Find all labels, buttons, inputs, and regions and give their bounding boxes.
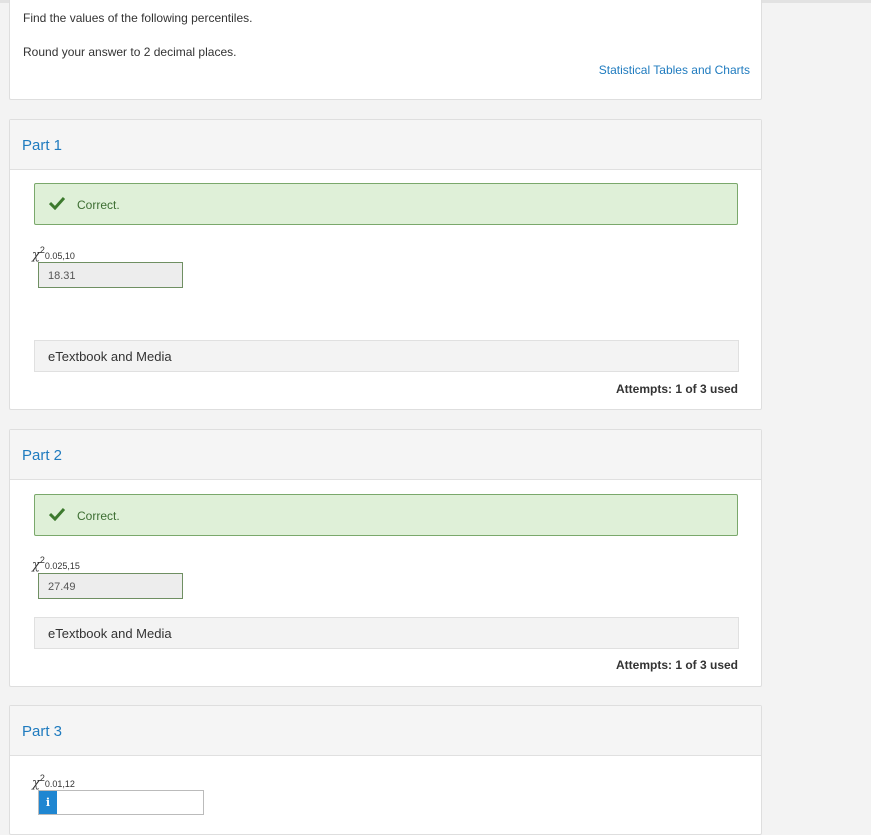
chi-square-label: χ20.01,12 (32, 773, 75, 791)
answer-field[interactable]: 27.49 (38, 573, 183, 599)
statistical-tables-link[interactable]: Statistical Tables and Charts (599, 63, 750, 77)
attempts-counter: Attempts: 1 of 3 used (615, 382, 738, 396)
chi-subscript: 0.05,10 (44, 251, 75, 261)
part-3-title: Part 3 (22, 723, 63, 740)
checkmark-icon (49, 196, 65, 210)
question-text: Find the values of the following percent… (23, 11, 253, 25)
chi-symbol: χ (32, 558, 40, 573)
rounding-instruction: Round your answer to 2 decimal places. (23, 45, 237, 59)
part-2-panel: Part 2 Correct. χ20.025,15 27.49 eTextbo… (9, 429, 762, 687)
answer-input[interactable]: i (38, 790, 204, 815)
chi-symbol: χ (32, 776, 40, 791)
part-3-header[interactable]: Part 3 (10, 706, 761, 756)
attempts-counter: Attempts: 1 of 3 used (615, 658, 738, 672)
etextbook-media-button[interactable]: eTextbook and Media (34, 617, 739, 649)
part-2-title: Part 2 (22, 447, 63, 464)
answer-field[interactable]: 18.31 (38, 262, 183, 288)
chi-subscript: 0.025,15 (44, 561, 80, 571)
correct-feedback: Correct. (34, 183, 738, 225)
question-panel: Find the values of the following percent… (9, 0, 762, 100)
chi-square-label: χ20.05,10 (32, 245, 75, 263)
part-3-panel: Part 3 χ20.01,12 i (9, 705, 762, 835)
feedback-text: Correct. (77, 198, 120, 212)
chi-square-label: χ20.025,15 (32, 555, 80, 573)
checkmark-icon (49, 507, 65, 521)
chi-subscript: 0.01,12 (44, 779, 75, 789)
info-icon[interactable]: i (39, 791, 57, 814)
chi-symbol: χ (32, 248, 40, 263)
part-1-header[interactable]: Part 1 (10, 120, 761, 170)
etextbook-media-button[interactable]: eTextbook and Media (34, 340, 739, 372)
part-2-header[interactable]: Part 2 (10, 430, 761, 480)
feedback-text: Correct. (77, 509, 120, 523)
correct-feedback: Correct. (34, 494, 738, 536)
part-1-panel: Part 1 Correct. χ20.05,10 18.31 eTextboo… (9, 119, 762, 410)
part-1-title: Part 1 (22, 137, 63, 154)
